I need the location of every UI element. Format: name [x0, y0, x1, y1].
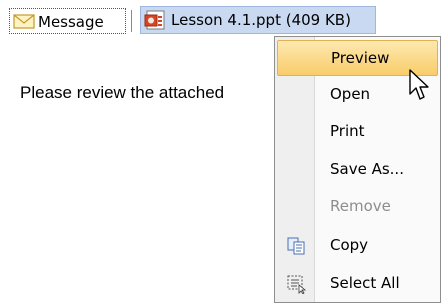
- menu-item-label: Select All: [330, 274, 400, 292]
- menu-item-copy[interactable]: Copy: [277, 228, 438, 264]
- menu-item-label: Preview: [331, 49, 390, 67]
- menu-item-select-all[interactable]: Select All: [277, 266, 438, 302]
- powerpoint-file-icon: [144, 10, 165, 30]
- menu-item-label: Save As...: [330, 160, 404, 178]
- menu-item-print[interactable]: Print: [277, 114, 438, 150]
- message-body-text: Please review the attached: [20, 83, 225, 102]
- menu-item-label: Open: [330, 85, 371, 103]
- message-tab-label: Message: [38, 13, 104, 31]
- attachment-file-label: Lesson 4.1.ppt (409 KB): [171, 11, 351, 29]
- menu-item-label: Remove: [330, 197, 391, 215]
- menu-item-label: Print: [330, 122, 365, 140]
- menu-item-label: Copy: [330, 236, 369, 254]
- attachment-file[interactable]: Lesson 4.1.ppt (409 KB): [140, 6, 376, 34]
- message-tab[interactable]: Message: [9, 8, 126, 34]
- envelope-icon: [13, 14, 35, 29]
- copy-icon: [287, 237, 305, 255]
- menu-item-save-as[interactable]: Save As...: [277, 152, 438, 188]
- menu-item-remove: Remove: [277, 189, 438, 225]
- tab-separator: [131, 10, 132, 32]
- select-all-icon: [287, 275, 307, 294]
- mouse-pointer-icon: [409, 69, 429, 100]
